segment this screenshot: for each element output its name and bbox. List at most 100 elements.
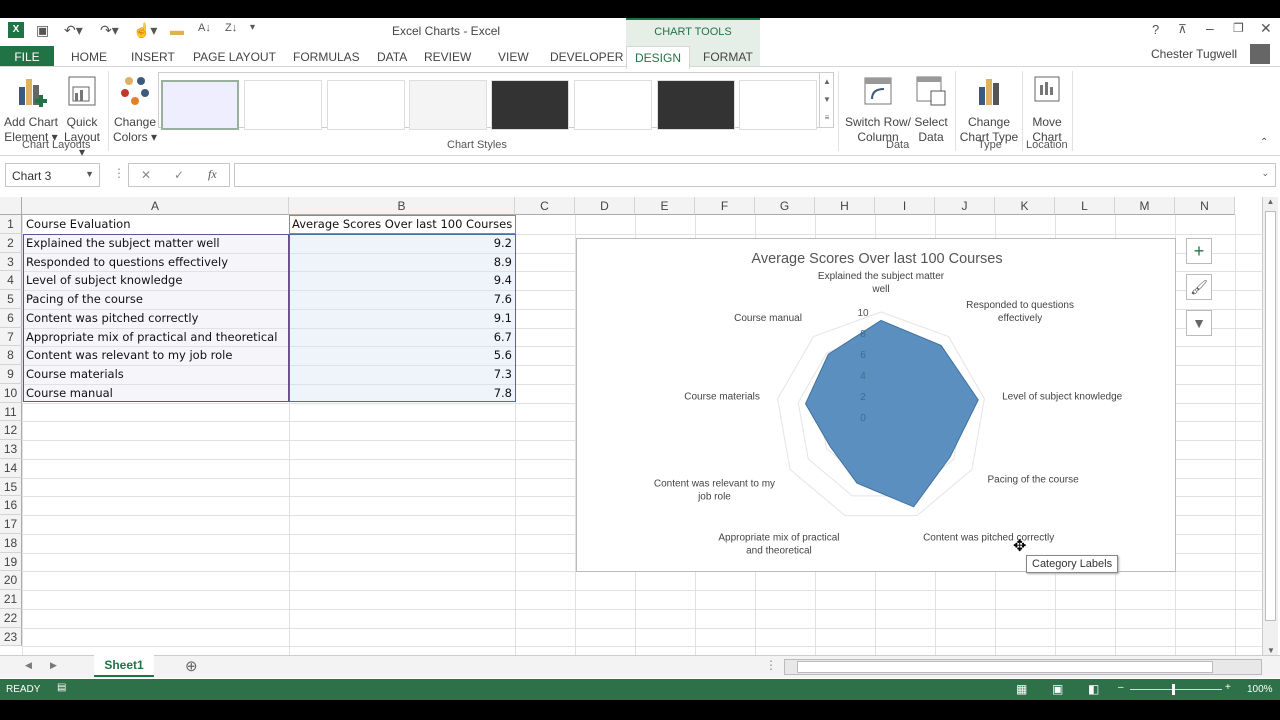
scroll-up-icon[interactable]: ▲	[1263, 197, 1278, 206]
row-header-22[interactable]: 22	[0, 608, 22, 628]
split-handle-icon[interactable]: ⋮	[765, 658, 777, 672]
cancel-icon[interactable]: ✕	[141, 168, 151, 182]
column-header-A[interactable]: A	[22, 197, 289, 215]
scroll-down-icon[interactable]: ▼	[820, 91, 834, 109]
ribbon-display-options-icon[interactable]: ⊼	[1178, 22, 1187, 36]
chart-styles-button[interactable]: 🖌	[1186, 274, 1212, 300]
touch-mode-icon[interactable]: ☝▾	[133, 22, 157, 39]
row-header-13[interactable]: 13	[0, 440, 22, 459]
tab-view[interactable]: VIEW	[490, 46, 537, 68]
undo-icon[interactable]: ↶▾	[64, 22, 83, 39]
chevron-down-icon[interactable]: ▼	[85, 169, 94, 179]
macro-record-icon[interactable]: ▤	[57, 682, 66, 693]
chart-style-5[interactable]	[491, 80, 569, 130]
help-icon[interactable]: ?	[1152, 22, 1159, 37]
row-header-11[interactable]: 11	[0, 402, 22, 422]
cell-B3[interactable]: 8.9	[289, 255, 515, 269]
zoom-level[interactable]: 100%	[1247, 684, 1273, 695]
chart-style-8[interactable]	[739, 80, 817, 130]
row-header-15[interactable]: 15	[0, 477, 22, 497]
cell-B9[interactable]: 7.3	[289, 367, 515, 381]
tab-formulas[interactable]: FORMULAS	[285, 46, 368, 68]
column-header-H[interactable]: H	[815, 197, 875, 215]
cell-B5[interactable]: 7.6	[289, 292, 515, 306]
tab-format[interactable]: FORMAT	[695, 46, 761, 68]
row-header-19[interactable]: 19	[0, 552, 22, 572]
chart-style-6[interactable]	[574, 80, 652, 130]
cell-B2[interactable]: 9.2	[289, 236, 515, 250]
insert-function-icon[interactable]: fx	[208, 167, 217, 182]
customize-qat-icon[interactable]: ▾	[250, 22, 255, 33]
row-header-4[interactable]: 4	[0, 271, 22, 290]
sort-descending-icon[interactable]: Z↓	[225, 22, 237, 34]
radar-chart[interactable]: Average Scores Over last 100 Courses 024…	[576, 238, 1176, 572]
row-header-3[interactable]: 3	[0, 252, 22, 272]
cell-A4[interactable]: Level of subject knowledge	[23, 273, 289, 287]
column-header-K[interactable]: K	[995, 197, 1055, 215]
tab-design[interactable]: DESIGN	[626, 46, 691, 69]
next-sheet-icon[interactable]: ▶	[50, 660, 57, 671]
row-header-10[interactable]: 10	[0, 383, 22, 403]
column-header-B[interactable]: B	[289, 197, 515, 215]
cell-B7[interactable]: 6.7	[289, 330, 515, 344]
row-header-6[interactable]: 6	[0, 308, 22, 328]
cell-A6[interactable]: Content was pitched correctly	[23, 311, 289, 325]
user-name[interactable]: Chester Tugwell	[1151, 47, 1237, 61]
row-header-7[interactable]: 7	[0, 327, 22, 347]
gallery-scroll[interactable]: ▲ ▼ ≡	[819, 73, 834, 127]
row-header-16[interactable]: 16	[0, 496, 22, 515]
cell-B1[interactable]: Average Scores Over last 100 Courses	[289, 217, 515, 231]
expand-formula-bar-icon[interactable]: ⌄	[1261, 168, 1269, 179]
column-header-F[interactable]: F	[695, 197, 755, 215]
cell-A3[interactable]: Responded to questions effectively	[23, 255, 289, 269]
row-header-17[interactable]: 17	[0, 515, 22, 534]
name-box[interactable]: Chart 3 ▼	[5, 163, 100, 187]
zoom-out-icon[interactable]: –	[1118, 682, 1124, 693]
column-header-N[interactable]: N	[1175, 197, 1235, 215]
chart-style-7[interactable]	[657, 80, 735, 130]
tab-developer[interactable]: DEVELOPER	[542, 46, 631, 68]
add-chart-element-button[interactable]: Add Chart Element ▾	[2, 75, 60, 145]
normal-view-icon[interactable]: ▦	[1016, 682, 1027, 696]
page-layout-view-icon[interactable]: ▣	[1052, 682, 1063, 696]
row-header-2[interactable]: 2	[0, 233, 22, 253]
enter-icon[interactable]: ✓	[174, 168, 184, 182]
row-header-21[interactable]: 21	[0, 590, 22, 609]
zoom-slider-thumb[interactable]	[1172, 684, 1175, 695]
save-icon[interactable]: ▣	[36, 22, 49, 39]
row-header-20[interactable]: 20	[0, 571, 22, 590]
minimize-icon[interactable]: –	[1206, 20, 1214, 36]
chart-filters-button[interactable]: ▼	[1186, 310, 1212, 336]
tab-review[interactable]: REVIEW	[416, 46, 479, 68]
column-header-J[interactable]: J	[935, 197, 995, 215]
column-header-L[interactable]: L	[1055, 197, 1115, 215]
cell-A9[interactable]: Course materials	[23, 367, 289, 381]
page-break-view-icon[interactable]: ◧	[1088, 682, 1099, 696]
column-header-D[interactable]: D	[575, 197, 635, 215]
row-header-8[interactable]: 8	[0, 346, 22, 365]
cell-B6[interactable]: 9.1	[289, 311, 515, 325]
row-header-14[interactable]: 14	[0, 458, 22, 478]
tab-home[interactable]: HOME	[63, 46, 115, 68]
row-header-23[interactable]: 23	[0, 627, 22, 647]
new-sheet-icon[interactable]: ⊕	[185, 657, 198, 675]
cell-B8[interactable]: 5.6	[289, 348, 515, 362]
open-folder-icon[interactable]: ▬	[170, 22, 184, 38]
restore-icon[interactable]: ❐	[1233, 21, 1244, 35]
column-header-E[interactable]: E	[635, 197, 695, 215]
zoom-in-icon[interactable]: +	[1225, 682, 1231, 693]
change-chart-type-button[interactable]: Change Chart Type	[958, 75, 1020, 145]
cell-B4[interactable]: 9.4	[289, 273, 515, 287]
collapse-ribbon-icon[interactable]: ⌃	[1260, 137, 1268, 148]
chart-elements-button[interactable]: +	[1186, 238, 1212, 264]
cell-A5[interactable]: Pacing of the course	[23, 292, 289, 306]
column-header-M[interactable]: M	[1115, 197, 1175, 215]
row-header-1[interactable]: 1	[0, 215, 22, 234]
more-icon[interactable]: ≡	[820, 109, 834, 127]
scroll-down-icon[interactable]: ▼	[1263, 646, 1279, 655]
row-header-5[interactable]: 5	[0, 290, 22, 309]
cell-A1[interactable]: Course Evaluation	[23, 217, 289, 231]
redo-icon[interactable]: ↷▾	[100, 22, 119, 39]
tab-data[interactable]: DATA	[369, 46, 415, 68]
column-header-I[interactable]: I	[875, 197, 935, 215]
